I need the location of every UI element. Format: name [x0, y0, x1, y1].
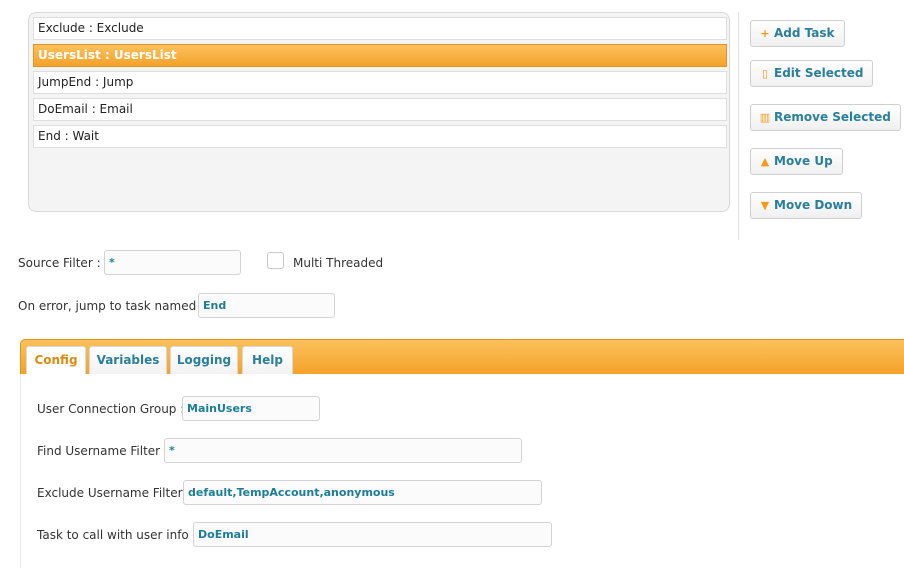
move-down-label: Move Down: [774, 198, 853, 212]
plus-icon: +: [760, 27, 770, 40]
remove-selected-button[interactable]: ▥ Remove Selected: [750, 104, 901, 131]
task-item-doemail[interactable]: DoEmail : Email: [33, 98, 727, 121]
task-item-userslist-selected[interactable]: UsersList : UsersList: [33, 44, 727, 67]
tab-help[interactable]: Help: [242, 346, 293, 375]
add-task-button[interactable]: + Add Task: [750, 20, 845, 47]
edit-selected-label: Edit Selected: [774, 66, 864, 80]
multi-threaded-label: Multi Threaded: [293, 256, 384, 270]
trash-icon: ▥: [759, 111, 771, 124]
multi-threaded-checkbox[interactable]: [267, 252, 284, 269]
add-task-label: Add Task: [774, 26, 835, 40]
move-down-button[interactable]: ▼ Move Down: [750, 192, 863, 219]
triangle-up-icon: ▲: [760, 155, 770, 168]
user-connection-group-input[interactable]: MainUsers: [182, 396, 320, 421]
move-up-button[interactable]: ▲ Move Up: [750, 148, 843, 175]
on-error-label: On error, jump to task named :: [18, 299, 205, 313]
task-to-call-input[interactable]: DoEmail: [193, 522, 552, 547]
user-connection-group-label: User Connection Group :: [37, 402, 185, 416]
triangle-down-icon: ▼: [760, 199, 770, 212]
document-icon: ▯: [761, 67, 769, 80]
task-item-jumpend[interactable]: JumpEnd : Jump: [33, 71, 727, 94]
exclude-username-filter-input[interactable]: default,TempAccount,anonymous: [183, 480, 542, 505]
edit-selected-button[interactable]: ▯ Edit Selected: [750, 60, 874, 87]
side-divider: [738, 12, 739, 240]
remove-selected-label: Remove Selected: [774, 110, 891, 124]
source-filter-input[interactable]: *: [104, 250, 241, 275]
tab-variables[interactable]: Variables: [89, 346, 167, 375]
find-username-filter-label: Find Username Filter :: [37, 444, 168, 458]
on-error-input[interactable]: End: [198, 293, 335, 318]
task-to-call-label: Task to call with user info :: [37, 528, 197, 542]
task-list[interactable]: Exclude : Exclude UsersList : UsersList …: [28, 12, 730, 212]
tab-config[interactable]: Config: [26, 346, 86, 376]
tab-bar: Config Variables Logging Help: [20, 339, 904, 376]
task-item-end[interactable]: End : Wait: [33, 125, 727, 148]
find-username-filter-input[interactable]: *: [164, 438, 522, 463]
tab-logging[interactable]: Logging: [170, 346, 238, 375]
move-up-label: Move Up: [774, 154, 833, 168]
source-filter-label: Source Filter :: [18, 256, 101, 270]
exclude-username-filter-label: Exclude Username Filter :: [37, 486, 191, 500]
task-item-exclude[interactable]: Exclude : Exclude: [33, 17, 727, 40]
